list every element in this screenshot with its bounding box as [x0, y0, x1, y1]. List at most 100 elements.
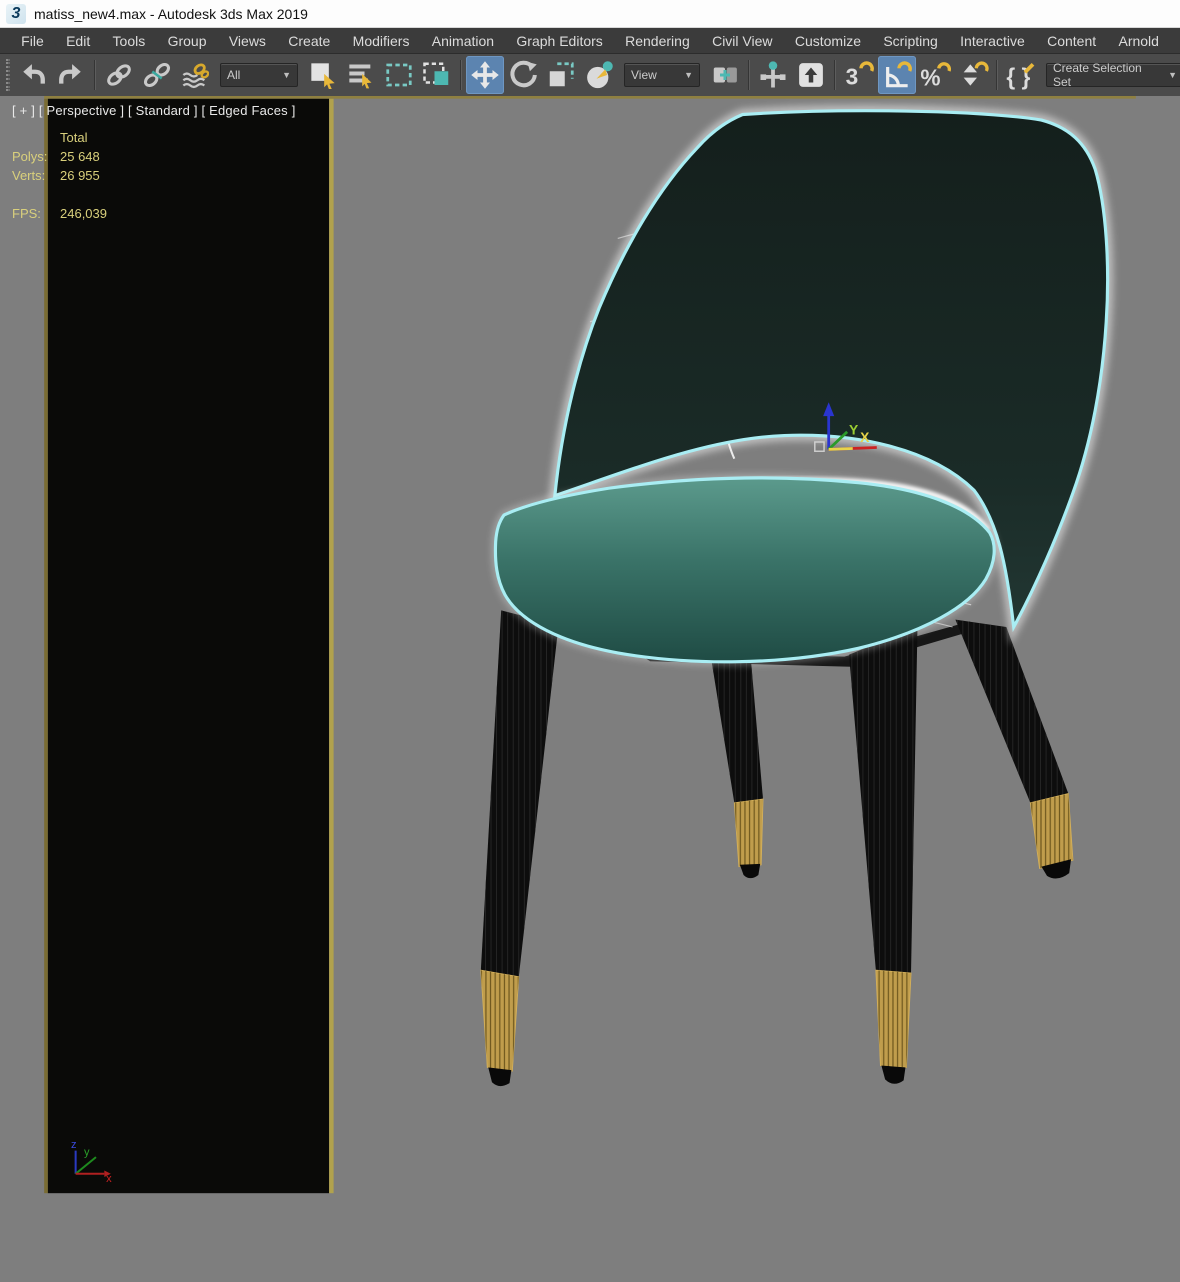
select-by-name-button[interactable] [342, 56, 380, 94]
toolbar-separator [834, 60, 836, 90]
svg-text:3: 3 [846, 63, 859, 89]
create-selection-set-value: Create Selection Set [1053, 61, 1142, 89]
window-crossing-icon [423, 62, 449, 85]
keyboard-shortcut-override-button[interactable] [792, 56, 830, 94]
viewport-label[interactable]: [ + ] [ Perspective ] [ Standard ] [ Edg… [12, 103, 296, 118]
stats-polys-label: Polys: [12, 149, 48, 164]
window-title: matiss_new4.max - Autodesk 3ds Max 2019 [34, 5, 308, 22]
reference-coordinate-system-dropdown[interactable]: View ▼ [624, 63, 700, 87]
menu-content[interactable]: Content [1036, 29, 1107, 53]
menu-scripting[interactable]: Scripting [872, 29, 949, 53]
gizmo-x-label: X [860, 429, 870, 445]
spinner-snap-toggle-button[interactable] [954, 56, 992, 94]
select-object-button[interactable] [304, 56, 342, 94]
svg-text:%: % [920, 65, 940, 91]
select-and-place-button[interactable] [580, 56, 618, 94]
select-and-manipulate-button[interactable] [754, 56, 792, 94]
snaps-3d-icon: 3 [846, 61, 874, 89]
spinner-snap-icon [963, 61, 989, 86]
main-toolbar: All ▼ View ▼ 3 % {} Create Selection Se… [0, 54, 1180, 96]
unlink-icon [143, 63, 171, 87]
world-axis-x-label: x [106, 1173, 112, 1185]
link-icon [107, 64, 131, 86]
menu-graph-editors[interactable]: Graph Editors [505, 29, 614, 53]
menu-modifiers[interactable]: Modifiers [341, 29, 420, 53]
toolbar-separator [996, 60, 998, 90]
3ds-max-window: 3 matiss_new4.max - Autodesk 3ds Max 201… [0, 0, 1180, 1282]
active-viewport-top-border [44, 96, 1136, 99]
coord-system-value: View [631, 68, 657, 82]
stats-fps-value: 246,039 [60, 206, 107, 221]
menu-interactive[interactable]: Interactive [949, 29, 1036, 53]
stats-verts-label: Verts: [12, 168, 46, 183]
toolbar-separator [94, 60, 96, 90]
angle-snap-icon [886, 61, 912, 88]
stats-fps-label: FPS: [12, 206, 41, 221]
menu-animation[interactable]: Animation [421, 29, 506, 53]
percent-snap-icon: % [920, 62, 951, 91]
bind-to-space-warp-button[interactable] [176, 56, 214, 94]
window-crossing-toggle-button[interactable] [418, 56, 456, 94]
chevron-down-icon: ▼ [1168, 70, 1177, 80]
select-and-move-button[interactable] [466, 56, 504, 94]
3ds-max-logo-icon: 3 [6, 3, 26, 24]
rectangular-selection-region-button[interactable] [380, 56, 418, 94]
world-axis-y-label: y [84, 1146, 90, 1158]
gizmo-y-label: Y [849, 422, 859, 438]
selection-filter-dropdown[interactable]: All ▼ [220, 63, 298, 87]
chevron-down-icon: ▼ [684, 70, 693, 80]
keyboard-override-icon [799, 63, 823, 87]
undo-button[interactable] [14, 56, 52, 94]
select-by-name-icon [349, 64, 372, 89]
create-selection-set-dropdown[interactable]: Create Selection Set ▼ [1046, 61, 1180, 89]
toolbar-drag-handle[interactable] [6, 59, 10, 91]
redo-icon [59, 64, 81, 84]
menu-customize[interactable]: Customize [784, 29, 872, 53]
menu-rendering[interactable]: Rendering [614, 29, 701, 53]
menu-civil-view[interactable]: Civil View [701, 29, 784, 53]
menu-arnold[interactable]: Arnold [1107, 29, 1170, 53]
left-viewport-panel[interactable] [47, 98, 330, 1194]
redo-button[interactable] [52, 56, 90, 94]
svg-text:{ }: { } [1006, 63, 1030, 89]
menu-views[interactable]: Views [218, 29, 277, 53]
angle-snap-toggle-button[interactable] [878, 56, 916, 94]
menu-bar: File Edit Tools Group Views Create Modif… [0, 28, 1180, 54]
percent-snap-toggle-button[interactable]: % [916, 56, 954, 94]
pivot-center-icon [713, 67, 737, 83]
toolbar-separator [748, 60, 750, 90]
stats-polys-value: 25 648 [60, 149, 100, 164]
active-viewport-left-border [44, 98, 48, 1194]
menu-tools[interactable]: Tools [101, 29, 156, 53]
menu-create[interactable]: Create [277, 29, 341, 53]
snaps-toggle-3d-button[interactable]: 3 [840, 56, 878, 94]
unlink-selection-button[interactable] [138, 56, 176, 94]
manipulate-icon [760, 61, 786, 88]
place-icon [587, 61, 613, 89]
edit-named-selection-sets-button[interactable]: { } [1002, 56, 1040, 94]
undo-icon [23, 64, 45, 84]
toolbar-separator [460, 60, 462, 90]
chevron-down-icon: ▼ [282, 70, 291, 80]
named-selection-sets-icon: { } [1006, 63, 1035, 89]
menu-file[interactable]: File [10, 29, 55, 53]
rectangular-region-icon [386, 63, 412, 87]
use-pivot-point-center-button[interactable] [706, 56, 744, 94]
select-and-uniform-scale-button[interactable] [542, 56, 580, 94]
window-titlebar: 3 matiss_new4.max - Autodesk 3ds Max 201… [0, 0, 1180, 28]
stats-verts-value: 26 955 [60, 168, 100, 183]
select-and-link-button[interactable] [100, 56, 138, 94]
viewport-area[interactable]: Y X z y x [ + ] [ Perspective ] [ Standa… [0, 96, 1180, 1282]
perspective-viewport[interactable]: Y X z y x [0, 96, 1180, 1282]
selection-filter-value: All [227, 68, 241, 82]
select-and-rotate-button[interactable] [504, 56, 542, 94]
viewport-statistics: Total Polys: 25 648 Verts: 26 955 FPS: 2… [12, 128, 107, 223]
menu-group[interactable]: Group [156, 29, 217, 53]
stats-total-header: Total [60, 130, 88, 145]
viewport-divider[interactable] [329, 98, 334, 1194]
bind-space-warp-icon [182, 63, 209, 89]
scale-icon [549, 62, 574, 87]
menu-edit[interactable]: Edit [55, 29, 101, 53]
rotate-icon [510, 60, 537, 88]
move-icon [471, 61, 499, 89]
